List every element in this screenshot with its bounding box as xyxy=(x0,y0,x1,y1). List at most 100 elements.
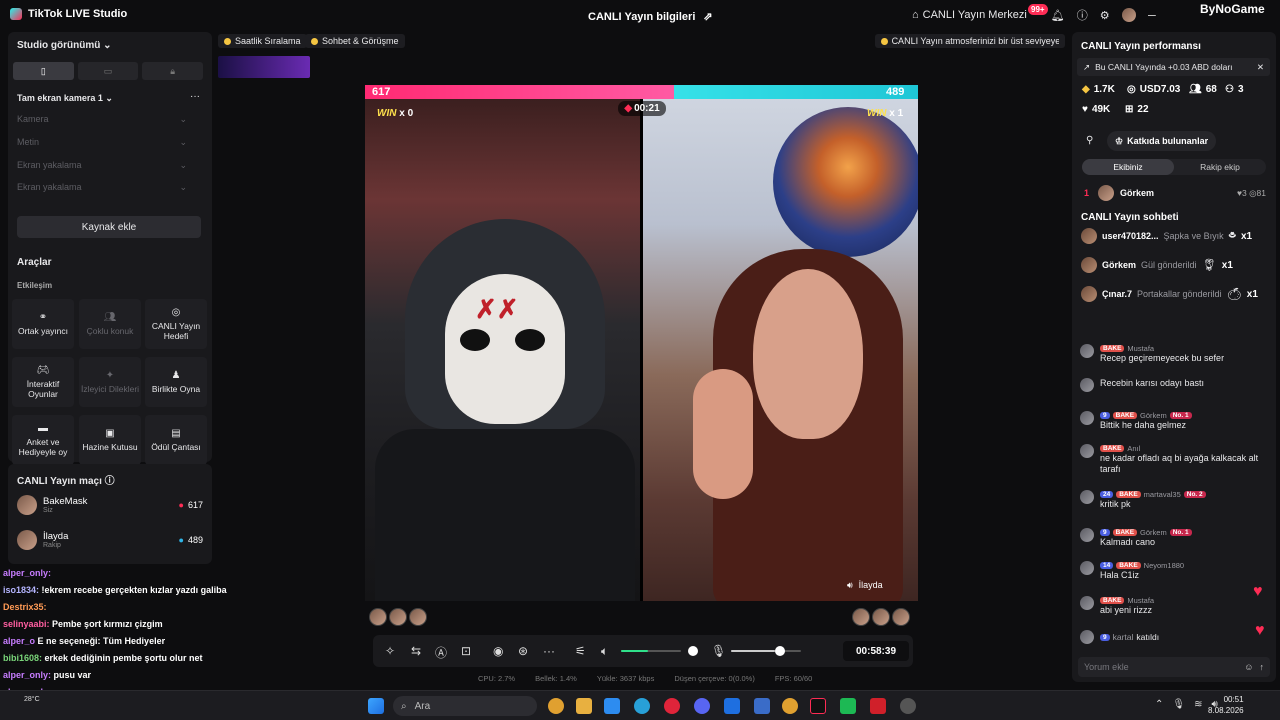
help-icon[interactable]: ⓘ xyxy=(1077,7,1088,23)
effects-icon[interactable]: ✧ xyxy=(385,644,395,658)
tab-opponent-team[interactable]: Rakip ekip xyxy=(1174,159,1266,175)
gear-icon[interactable]: ⚙ xyxy=(1100,9,1110,22)
app-icon[interactable] xyxy=(840,698,856,714)
add-source-button[interactable]: Kaynak ekle xyxy=(17,216,201,238)
tool-label: Çoklu konuk xyxy=(86,325,134,336)
contributor-row[interactable]: 1 Görkem ♥3 ◎81 xyxy=(1084,185,1266,201)
avatar[interactable] xyxy=(409,608,427,626)
fan-badge: BAKE xyxy=(1100,445,1125,452)
clock-date: 8.08.2026 xyxy=(1208,706,1244,715)
app-icon[interactable] xyxy=(754,698,770,714)
chat-username: kartal xyxy=(1112,632,1134,642)
live-center-button[interactable]: ⌂ CANLI Yayın Merkezi xyxy=(912,9,1027,21)
tool-viewer-wishes[interactable]: ✦ İzleyici Dilekleri xyxy=(79,357,141,407)
level-badge: 9 xyxy=(1100,633,1110,641)
speaker-icon[interactable]: 🔊︎ xyxy=(847,580,853,591)
locked-layout-button[interactable]: 🔒︎ xyxy=(142,62,204,80)
studio-view-dropdown[interactable]: Studio görünümü ⌄ xyxy=(17,40,112,51)
landscape-button[interactable]: ▭ xyxy=(77,62,139,80)
help-icon[interactable]: ⓘ xyxy=(105,476,115,487)
source-text[interactable]: Metin ⌄ xyxy=(17,137,187,148)
camera-switch-icon[interactable]: ⇆ xyxy=(411,644,421,658)
tool-play-together[interactable]: ♟ Birlikte Oyna xyxy=(145,357,207,407)
hourly-ranking-chip[interactable]: Saatlik Sıralama xyxy=(218,34,307,48)
tool-co-host[interactable]: ⚭ Ortak yayıncı xyxy=(12,299,74,349)
avatar[interactable] xyxy=(369,608,387,626)
level-badge: 9 xyxy=(1100,529,1110,536)
youtube-icon[interactable] xyxy=(870,698,886,714)
avatar[interactable] xyxy=(389,608,407,626)
avatar[interactable] xyxy=(872,608,890,626)
chat-call-chip[interactable]: Sohbet & Görüşme xyxy=(305,34,405,48)
mic-knob[interactable] xyxy=(775,646,786,656)
event-banner[interactable] xyxy=(218,56,310,78)
tool-interactive-games[interactable]: 🎮︎ İnteraktif Oyunlar xyxy=(12,357,74,407)
live-center-label: CANLI Yayın Merkezi xyxy=(922,9,1027,21)
contributors-button[interactable]: ♔ Katkıda bulunanlar xyxy=(1107,131,1217,151)
chrome-icon[interactable] xyxy=(548,698,564,714)
chevron-up-icon[interactable]: ⌃ xyxy=(1155,699,1163,710)
tool-live-goal[interactable]: ◎ CANLI Yayın Hedefi xyxy=(145,299,207,349)
capture-icon[interactable]: ⊛ xyxy=(518,644,528,658)
source-label: Kamera xyxy=(17,114,49,124)
bell-icon[interactable]: 🔔︎ xyxy=(1051,9,1065,22)
volume-slider[interactable] xyxy=(621,650,681,652)
score-value: 489 xyxy=(187,535,203,545)
avatar xyxy=(1080,444,1094,458)
scene-dropdown[interactable]: Tam ekran kamera 1 ⌄ xyxy=(17,93,113,104)
source-camera[interactable]: Kamera ⌄ xyxy=(17,114,187,125)
taskbar-search[interactable]: ⌕ Ara xyxy=(393,696,537,716)
volume-icon[interactable]: 🔈︎ xyxy=(601,644,608,659)
folder-icon[interactable] xyxy=(576,698,592,714)
settings-sliders-icon[interactable]: ⚟ xyxy=(575,644,586,658)
chat-text: Hala C1iz xyxy=(1100,570,1140,580)
opera-icon[interactable] xyxy=(664,698,680,714)
source-screen-2[interactable]: Ekran yakalama ⌄ xyxy=(17,182,187,193)
mail-icon[interactable] xyxy=(724,698,740,714)
source-screen-1[interactable]: Ekran yakalama ⌄ xyxy=(17,160,187,171)
discord-icon[interactable] xyxy=(694,698,710,714)
record-icon[interactable]: ◉ xyxy=(493,644,503,658)
tool-poll[interactable]: ▬ Anket ve Hediyeyle oy xyxy=(12,415,74,465)
chrome-icon[interactable] xyxy=(782,698,798,714)
tiktok-icon[interactable] xyxy=(810,698,826,714)
tab-your-team[interactable]: Ekibiniz xyxy=(1082,159,1174,175)
close-icon[interactable]: ✕ xyxy=(1257,62,1264,73)
wifi-icon[interactable]: ≋ xyxy=(1194,699,1202,710)
live-info-button[interactable]: CANLI Yayın bilgileri ⇗ xyxy=(588,10,713,24)
start-icon[interactable] xyxy=(368,698,384,714)
comment-input[interactable]: Yorum ekle ☺ ↑ xyxy=(1078,657,1270,677)
mic-icon[interactable]: 🎙︎ xyxy=(711,644,726,658)
add-user-icon[interactable]: ⚲ xyxy=(1086,135,1093,146)
avatar[interactable] xyxy=(1121,8,1136,22)
avatar[interactable] xyxy=(852,608,870,626)
avatar[interactable] xyxy=(892,608,910,626)
weather-widget[interactable]: 28°C xyxy=(24,695,40,704)
comment-placeholder: Yorum ekle xyxy=(1084,662,1129,672)
tool-treasure-box[interactable]: ▣ Hazine Kutusu xyxy=(79,415,141,465)
portrait-button[interactable]: ▯ xyxy=(13,62,74,80)
store-icon[interactable] xyxy=(604,698,620,714)
mic-icon[interactable]: 🎙︎ xyxy=(1172,699,1185,710)
chat-text: Pembe şort kırmızı çizgim xyxy=(52,619,163,629)
minimize-button[interactable]: – xyxy=(1148,6,1156,22)
clock[interactable]: 00:51 8.08.2026 xyxy=(1208,694,1244,716)
tool-label: Anket ve Hediyeyle oy xyxy=(18,436,68,457)
emoji-icon[interactable]: ☺ xyxy=(1244,662,1253,672)
more-icon[interactable]: ··· xyxy=(190,91,200,102)
tip-chip[interactable]: CANLI Yayın atmosferinizi bir üst seviye… xyxy=(875,34,1065,48)
target-icon: ◎ xyxy=(171,306,181,318)
tool-label: Ortak yayıncı xyxy=(17,325,69,336)
app-icon[interactable] xyxy=(900,698,916,714)
more-icon[interactable]: ··· xyxy=(543,644,555,658)
overlay-chat-line: Destrix35: xyxy=(3,599,243,616)
kpi-value: USD7.03 xyxy=(1139,84,1181,95)
send-icon[interactable]: ↑ xyxy=(1260,662,1265,672)
tool-reward-bag[interactable]: ▤ Ödül Çantası xyxy=(145,415,207,465)
mic-slider[interactable] xyxy=(731,650,801,652)
screen-icon[interactable]: ⊡ xyxy=(461,644,471,658)
volume-knob[interactable] xyxy=(688,646,698,656)
ai-icon[interactable]: Ⓐ xyxy=(435,644,447,661)
edge-icon[interactable] xyxy=(634,698,650,714)
tool-multi-guest[interactable]: 👥︎ Çoklu konuk xyxy=(79,299,141,349)
